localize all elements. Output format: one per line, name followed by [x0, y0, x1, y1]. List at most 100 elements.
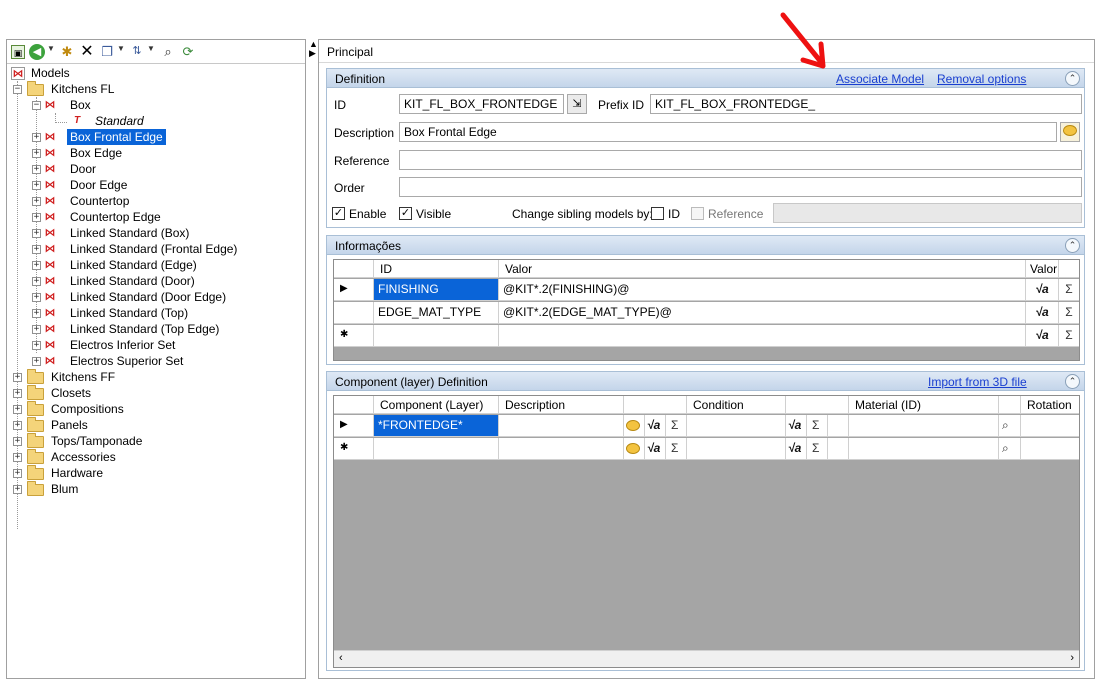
refresh-icon[interactable]: ⟳: [179, 43, 197, 60]
column-header-condition[interactable]: Condition: [687, 396, 786, 413]
expand-toggle[interactable]: +: [32, 357, 41, 366]
formula-editor-icon[interactable]: √a: [1026, 279, 1059, 300]
column-header-valor-formula[interactable]: Valor: [1026, 260, 1059, 277]
sum-icon[interactable]: Σ: [1059, 325, 1079, 346]
table-row[interactable]: ▶ FINISHING @KIT*.2(FINISHING)@ √a Σ: [334, 279, 1079, 301]
expand-toggle[interactable]: +: [32, 341, 41, 350]
folder-icon: [27, 465, 44, 480]
formula-editor-icon[interactable]: √a: [1026, 325, 1059, 346]
table-row[interactable]: ▶ *FRONTEDGE* √a Σ √a Σ ⌕: [334, 415, 1079, 437]
reference-field[interactable]: [399, 150, 1082, 170]
collapse-icon[interactable]: ⌃: [1065, 374, 1080, 389]
expand-toggle[interactable]: +: [32, 133, 41, 142]
formula-editor-icon[interactable]: √a: [786, 415, 807, 436]
chevron-down-icon[interactable]: ▼: [47, 44, 55, 53]
sort-icon[interactable]: ⇅: [129, 43, 145, 60]
prefix-id-field[interactable]: KIT_FL_BOX_FRONTEDGE_: [650, 94, 1082, 114]
description-field[interactable]: Box Frontal Edge: [399, 122, 1057, 142]
expand-toggle[interactable]: +: [32, 309, 41, 318]
formula-editor-icon[interactable]: √a: [1026, 302, 1059, 323]
sum-icon[interactable]: Σ: [1059, 279, 1079, 300]
expand-toggle[interactable]: +: [32, 261, 41, 270]
column-header-material[interactable]: Material (ID): [849, 396, 999, 413]
horizontal-scrollbar[interactable]: ‹ ›: [334, 650, 1079, 667]
chevron-down-icon[interactable]: ▼: [147, 44, 155, 53]
properties-icon[interactable]: ▣: [11, 45, 25, 59]
binoculars-icon[interactable]: ⌕: [999, 438, 1021, 459]
model-icon: ⋈: [44, 99, 56, 111]
scroll-right-icon[interactable]: ›: [1070, 652, 1074, 664]
collapse-toggle[interactable]: −: [32, 101, 41, 110]
expand-toggle[interactable]: +: [32, 245, 41, 254]
copy-icon[interactable]: ❐: [99, 43, 115, 60]
expand-toggle[interactable]: +: [13, 437, 22, 446]
expand-toggle[interactable]: +: [32, 213, 41, 222]
expand-toggle[interactable]: +: [13, 373, 22, 382]
expand-toggle[interactable]: +: [13, 405, 22, 414]
sum-icon[interactable]: Σ: [807, 415, 828, 436]
delete-icon[interactable]: ✕: [79, 43, 95, 60]
formula-editor-icon[interactable]: √a: [645, 415, 666, 436]
pick-id-button[interactable]: ⇲: [567, 94, 587, 114]
sum-icon[interactable]: Σ: [1059, 302, 1079, 323]
chevron-down-icon[interactable]: ▼: [117, 44, 125, 53]
import-3d-link[interactable]: Import from 3D file: [928, 375, 1027, 389]
collapse-icon[interactable]: ⌃: [1065, 71, 1080, 86]
folder-icon: [27, 449, 44, 464]
model-icon: ⋈: [44, 147, 56, 159]
visible-checkbox[interactable]: ✓: [399, 207, 412, 220]
binoculars-icon[interactable]: ⌕: [999, 415, 1021, 436]
component-header: Component (layer) Definition Import from…: [327, 372, 1084, 391]
column-header-id[interactable]: ID: [374, 260, 499, 277]
folder-icon: [27, 81, 44, 96]
column-header-layer[interactable]: Component (Layer): [374, 396, 499, 413]
speech-bubble-icon[interactable]: [624, 438, 645, 459]
order-field[interactable]: [399, 177, 1082, 197]
model-icon: ⋈: [44, 195, 56, 207]
sum-icon[interactable]: Σ: [666, 415, 687, 436]
expand-toggle[interactable]: +: [32, 197, 41, 206]
expand-toggle[interactable]: +: [13, 389, 22, 398]
new-row[interactable]: ✱ √a Σ: [334, 325, 1079, 347]
new-item-icon[interactable]: ✱: [59, 43, 75, 60]
formula-editor-icon[interactable]: √a: [786, 438, 807, 459]
expand-toggle[interactable]: +: [13, 453, 22, 462]
binoculars-icon[interactable]: ⌕: [159, 43, 177, 60]
sum-icon[interactable]: Σ: [666, 438, 687, 459]
formula-editor-icon[interactable]: √a: [645, 438, 666, 459]
grid-header: ID Valor Valor: [334, 260, 1079, 278]
model-icon: ⋈: [44, 275, 56, 287]
collapse-icon[interactable]: ⌃: [1065, 238, 1080, 253]
sum-icon[interactable]: Σ: [807, 438, 828, 459]
column-header-description[interactable]: Description: [499, 396, 624, 413]
expand-toggle[interactable]: +: [32, 277, 41, 286]
expand-toggle[interactable]: +: [13, 485, 22, 494]
table-row[interactable]: EDGE_MAT_TYPE @KIT*.2(EDGE_MAT_TYPE)@ √a…: [334, 302, 1079, 324]
sibling-id-checkbox[interactable]: [651, 207, 664, 220]
folder-icon: [27, 401, 44, 416]
scroll-left-icon[interactable]: ‹: [339, 652, 343, 664]
id-field[interactable]: KIT_FL_BOX_FRONTEDGE: [399, 94, 564, 114]
back-arrow-icon[interactable]: ◀: [29, 44, 45, 60]
column-header-valor[interactable]: Valor: [499, 260, 1026, 277]
expand-toggle[interactable]: +: [32, 229, 41, 238]
collapse-toggle[interactable]: −: [13, 85, 22, 94]
sibling-reference-checkbox[interactable]: [691, 207, 704, 220]
expand-toggle[interactable]: +: [13, 469, 22, 478]
removal-options-link[interactable]: Removal options: [937, 72, 1026, 86]
associate-model-link[interactable]: Associate Model: [836, 72, 924, 86]
splitter-arrow-icon[interactable]: ▲ ▶: [309, 40, 318, 58]
speech-bubble-icon[interactable]: [624, 415, 645, 436]
expand-toggle[interactable]: +: [32, 181, 41, 190]
enable-checkbox[interactable]: ✓: [332, 207, 345, 220]
expand-toggle[interactable]: +: [32, 149, 41, 158]
expand-toggle[interactable]: +: [32, 165, 41, 174]
expand-toggle[interactable]: +: [32, 325, 41, 334]
translate-bubble-button[interactable]: [1060, 122, 1080, 142]
model-icon: ⋈: [44, 259, 56, 271]
expand-toggle[interactable]: +: [13, 421, 22, 430]
new-row[interactable]: ✱ √a Σ √a Σ ⌕: [334, 438, 1079, 460]
expand-toggle[interactable]: +: [32, 293, 41, 302]
folder-icon: [27, 369, 44, 384]
column-header-rotation[interactable]: Rotation: [1021, 396, 1079, 413]
